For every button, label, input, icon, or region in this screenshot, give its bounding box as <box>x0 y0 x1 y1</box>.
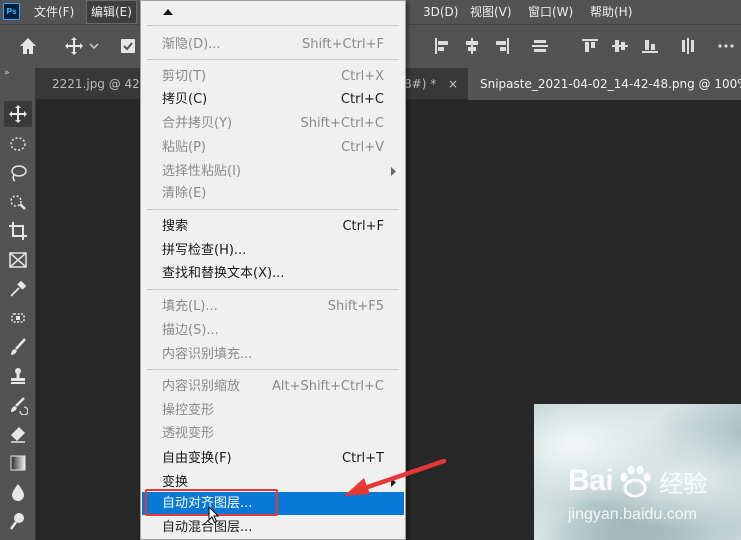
menu-item-perspective-warp[interactable]: 透视变形 <box>142 422 404 445</box>
menu-separator <box>147 209 399 210</box>
blur-tool-icon[interactable] <box>4 479 32 505</box>
align-top-icon[interactable] <box>580 36 600 56</box>
distribute-icon[interactable] <box>530 36 550 56</box>
watermark-url: jingyan.baidu.com <box>568 506 697 523</box>
menu-item-search[interactable]: 搜索 Ctrl+F <box>142 215 404 238</box>
photoshop-logo[interactable]: Ps <box>3 3 20 20</box>
watermark-logo-cn: 经验 <box>659 469 708 498</box>
chevron-down-icon[interactable] <box>88 36 100 56</box>
triangle-up-icon <box>163 9 173 15</box>
menu-item-copy[interactable]: 拷贝(C) Ctrl+C <box>142 88 404 111</box>
auto-select-checkbox-icon[interactable] <box>118 36 138 56</box>
edit-dropdown-menu: 渐隐(D)... Shift+Ctrl+F 剪切(T) Ctrl+X 拷贝(C) Ct… <box>140 0 406 540</box>
menu-item-paste-special[interactable]: 选择性粘贴(I) <box>142 160 404 183</box>
menu-window[interactable]: 窗口(W) <box>524 0 577 24</box>
align-hcenter-icon[interactable] <box>462 36 482 56</box>
home-icon[interactable] <box>18 36 38 56</box>
menu-scroll-up[interactable] <box>141 1 405 23</box>
move-tool-icon[interactable] <box>64 36 84 56</box>
eraser-tool-icon[interactable] <box>4 421 32 447</box>
menu-item-clear[interactable]: 清除(E) <box>142 182 404 205</box>
move-tool-icon[interactable] <box>4 101 32 127</box>
menu-item-free-transform[interactable]: 自由变换(F) Ctrl+T <box>142 447 404 470</box>
menu-view[interactable]: 视图(V) <box>466 0 516 24</box>
menu-item-spell-check[interactable]: 拼写检查(H)... <box>142 239 404 262</box>
menu-help[interactable]: 帮助(H) <box>586 0 636 24</box>
close-icon[interactable]: × <box>448 68 458 100</box>
menu-separator <box>147 25 399 26</box>
menu-item-auto-blend-layers[interactable]: 自动混合图层... <box>142 516 404 539</box>
submenu-arrow-icon <box>391 167 396 176</box>
menu-item-auto-align-layers[interactable]: 自动对齐图层... <box>142 492 404 515</box>
dodge-tool-icon[interactable] <box>4 508 32 534</box>
menu-separator <box>147 289 399 290</box>
align-right-icon[interactable] <box>492 36 512 56</box>
menu-3d[interactable]: 3D(D) <box>419 0 462 24</box>
baidu-jingyan-watermark: Bai 经验 <box>568 456 707 506</box>
frame-tool-icon[interactable] <box>4 247 32 273</box>
menu-item-fade[interactable]: 渐隐(D)... Shift+Ctrl+F <box>142 33 404 56</box>
distribute-vertical-icon[interactable] <box>678 36 698 56</box>
menu-file[interactable]: 文件(F) <box>30 0 78 24</box>
brush-tool-icon[interactable] <box>4 334 32 360</box>
baidu-paw-icon <box>620 465 651 498</box>
menu-item-paste[interactable]: 粘贴(P) Ctrl+V <box>142 136 404 159</box>
quick-select-tool-icon[interactable] <box>4 189 32 215</box>
mouse-cursor-icon <box>208 506 220 524</box>
menu-separator <box>147 369 399 370</box>
menu-item-content-aware-fill[interactable]: 内容识别填充... <box>142 343 404 366</box>
menu-item-puppet-warp[interactable]: 操控变形 <box>142 399 404 422</box>
more-options-icon[interactable] <box>716 36 736 56</box>
menu-item-content-aware-scale[interactable]: 内容识别缩放 Alt+Shift+Ctrl+C <box>142 375 404 398</box>
menu-edit[interactable]: 编辑(E) <box>86 0 137 24</box>
eyedropper-tool-icon[interactable] <box>4 276 32 302</box>
collapse-panel-icon[interactable]: » <box>4 68 10 78</box>
menu-item-stroke[interactable]: 描边(S)... <box>142 319 404 342</box>
menu-item-transform[interactable]: 变换 <box>142 471 404 494</box>
align-left-icon[interactable] <box>432 36 452 56</box>
align-vcenter-icon[interactable] <box>610 36 630 56</box>
submenu-arrow-icon <box>391 478 396 487</box>
menu-separator <box>147 59 399 60</box>
tab-snipaste[interactable]: Snipaste_2021-04-02_14-42-48.png @ 100% <box>468 68 741 100</box>
gradient-tool-icon[interactable] <box>4 450 32 476</box>
history-brush-tool-icon[interactable] <box>4 392 32 418</box>
marquee-tool-icon[interactable] <box>4 131 32 157</box>
lasso-tool-icon[interactable] <box>4 160 32 186</box>
align-bottom-icon[interactable] <box>640 36 660 56</box>
menu-item-fill[interactable]: 填充(L)... Shift+F5 <box>142 295 404 318</box>
menu-item-find-replace[interactable]: 查找和替换文本(X)... <box>142 262 404 285</box>
crop-tool-icon[interactable] <box>4 218 32 244</box>
watermark-logo-text: Bai <box>568 464 614 497</box>
tools-panel: » <box>0 68 36 540</box>
healing-brush-tool-icon[interactable] <box>4 305 32 331</box>
clone-stamp-tool-icon[interactable] <box>4 363 32 389</box>
menu-item-copy-merged[interactable]: 合并拷贝(Y) Shift+Ctrl+C <box>142 112 404 135</box>
menu-item-cut[interactable]: 剪切(T) Ctrl+X <box>142 65 404 88</box>
